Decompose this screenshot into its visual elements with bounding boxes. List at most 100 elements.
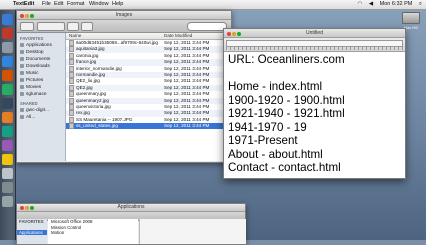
sidebar-item-movies[interactable]: Movies (17, 84, 65, 91)
sidebar-item-home[interactable]: sglumace (17, 91, 65, 98)
app-dock-icon[interactable] (2, 126, 13, 137)
clock[interactable]: Mon 6:32 PM (380, 1, 413, 7)
menu-window[interactable]: Window (89, 0, 109, 9)
menu-format[interactable]: Format (67, 0, 84, 9)
sidebar-item-applications[interactable]: Applications (17, 42, 65, 49)
document-line: Contact - contact.html (228, 161, 341, 174)
list-item[interactable]: Motion (48, 230, 138, 236)
menu-help[interactable]: Help (112, 0, 123, 9)
minimize-icon[interactable] (25, 205, 29, 210)
sidebar-item-shared-computer[interactable]: gwc-digit... (17, 107, 65, 114)
zoom-icon[interactable] (30, 205, 34, 210)
file-name-text: QE2.jpg (76, 84, 93, 90)
view-switcher[interactable] (37, 22, 65, 31)
document-body[interactable]: URL: Oceanliners.com Home - index.html 1… (224, 52, 405, 176)
textedit-titlebar[interactable]: Untitled (224, 29, 405, 38)
favorites-header: FAVORITES (20, 36, 44, 41)
minimize-icon[interactable] (232, 32, 236, 36)
image-file-icon (69, 91, 74, 98)
wifi-icon[interactable]: ◠ (358, 1, 363, 7)
menu-app-name[interactable]: TextEdit (13, 0, 34, 9)
document-line: About - about.html (228, 147, 323, 161)
app-dock-icon[interactable] (2, 154, 13, 165)
sidebar-item-label: Desktop (26, 50, 44, 55)
sidebar-item-label: gwc-digit... (26, 108, 49, 113)
zoom-icon[interactable] (237, 32, 241, 36)
image-file-icon (69, 103, 74, 110)
safari-dock-icon[interactable] (2, 56, 13, 67)
finder-title: Images (115, 12, 133, 18)
close-icon[interactable] (227, 32, 231, 36)
trash-dock-icon[interactable] (2, 196, 13, 207)
close-icon[interactable] (20, 14, 24, 18)
applications-sidebar: FAVORITES Applications (17, 219, 47, 244)
finder-titlebar[interactable]: Images (17, 11, 231, 20)
app-dock-icon[interactable] (2, 140, 13, 151)
ruler-ticks (226, 47, 403, 50)
file-name-text: ss_united_states.jpg (76, 123, 118, 129)
app-dock-icon[interactable] (2, 98, 13, 109)
app-dock-icon[interactable] (2, 182, 13, 193)
sidebar-item-label: Pictures (26, 78, 44, 83)
sidebar-item-pictures[interactable]: Pictures (17, 77, 65, 84)
document-line: Home - index.html (228, 80, 323, 93)
menu-file[interactable]: File (42, 0, 51, 9)
table-row[interactable]: ss_united_states.jpg Sep 12, 2011 3:44 PM (66, 123, 231, 130)
sidebar-item-desktop[interactable]: Desktop (17, 49, 65, 56)
file-name-text: caronia.jpg (76, 53, 99, 58)
image-file-icon (69, 84, 74, 91)
app-dock-icon[interactable] (2, 84, 13, 95)
file-list-header: Name Date Modified (66, 33, 231, 40)
disk-icon (402, 12, 420, 24)
arrange-button[interactable] (67, 22, 79, 31)
app-dock-icon[interactable] (2, 28, 13, 39)
sidebar-item-music[interactable]: Music (17, 70, 65, 77)
file-name-text: france.jpg (76, 59, 97, 65)
search-input[interactable] (187, 22, 227, 31)
app-dock-icon[interactable] (2, 42, 13, 53)
file-date: Sep 12, 2011 3:44 PM (164, 123, 210, 129)
applications-list: Microsoft Office 2008 Mission Control Mo… (48, 219, 138, 244)
document-line: 1941-1970 - 19 (228, 120, 307, 134)
sidebar-item-applications[interactable]: Applications (17, 230, 47, 235)
column-date-modified[interactable]: Date Modified (164, 33, 230, 39)
sidebar-item-all-shared[interactable]: All... (17, 114, 65, 121)
format-bar[interactable] (226, 40, 403, 47)
app-dock-icon[interactable] (2, 168, 13, 179)
finder-dock-icon[interactable] (2, 14, 13, 25)
preview-pane (139, 219, 246, 244)
image-file-icon (69, 97, 74, 104)
column-name[interactable]: Name (69, 33, 162, 39)
image-file-icon (69, 46, 74, 53)
spotlight-icon[interactable]: ⌕ (419, 1, 422, 7)
sidebar-item-documents[interactable]: Documents (17, 56, 65, 63)
zoom-icon[interactable] (30, 14, 34, 18)
favorites-header: FAVORITES (19, 219, 44, 224)
sidebar-item-label: Documents (26, 57, 51, 62)
sidebar-item-label: Applications (26, 43, 52, 48)
documents-icon (20, 56, 24, 61)
dock (0, 10, 16, 240)
sidebar-item-label: Music (26, 71, 39, 76)
sidebar-item-downloads[interactable]: Downloads (17, 63, 65, 70)
minimize-icon[interactable] (25, 14, 29, 18)
app-dock-icon[interactable] (2, 70, 13, 81)
app-dock-icon[interactable] (2, 112, 13, 123)
home-icon (20, 91, 24, 96)
back-forward-button[interactable] (20, 22, 34, 31)
format-ruler[interactable] (224, 38, 405, 52)
computer-icon (20, 107, 24, 112)
shared-header: SHARED (20, 101, 38, 106)
finder-toolbar (17, 20, 231, 33)
pictures-icon (20, 77, 24, 82)
image-file-icon (69, 71, 74, 78)
applications-titlebar[interactable]: Applications (17, 204, 245, 212)
file-name-text: queenmary2.jpg (76, 97, 109, 103)
volume-icon[interactable]: ◀ (369, 1, 373, 7)
action-button[interactable] (81, 22, 93, 31)
image-file-icon (69, 52, 74, 59)
menu-edit[interactable]: Edit (54, 0, 63, 9)
close-icon[interactable] (20, 205, 24, 210)
document-title: Untitled (306, 30, 323, 36)
